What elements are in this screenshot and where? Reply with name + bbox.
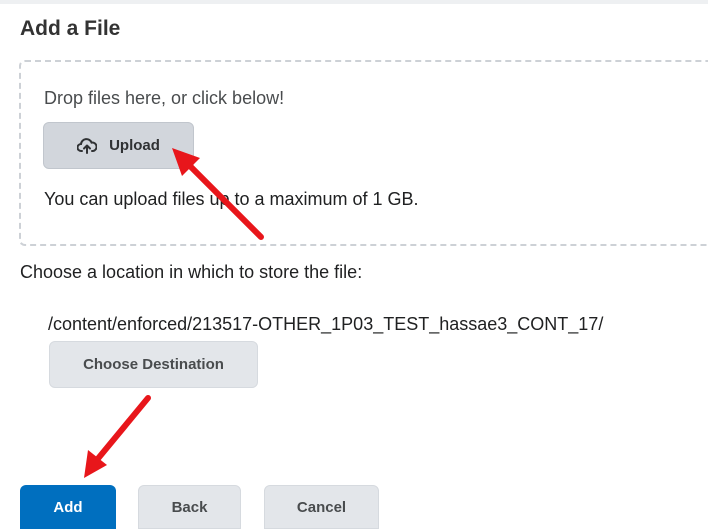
annotation-arrow-add (84, 395, 151, 478)
upload-limit-text: You can upload files up to a maximum of … (44, 189, 419, 209)
upload-button-label: Upload (109, 137, 160, 154)
top-strip (0, 0, 708, 4)
choose-destination-button[interactable]: Choose Destination (49, 341, 258, 388)
upload-button[interactable]: Upload (43, 122, 194, 169)
add-button[interactable]: Add (20, 485, 116, 529)
back-button[interactable]: Back (138, 485, 241, 529)
cloud-upload-icon (77, 137, 98, 154)
destination-path: /content/enforced/213517-OTHER_1P03_TEST… (48, 314, 604, 334)
page-title: Add a File (20, 17, 121, 40)
location-prompt: Choose a location in which to store the … (20, 262, 363, 282)
dropzone-prompt: Drop files here, or click below! (44, 88, 285, 108)
cancel-button[interactable]: Cancel (264, 485, 379, 529)
